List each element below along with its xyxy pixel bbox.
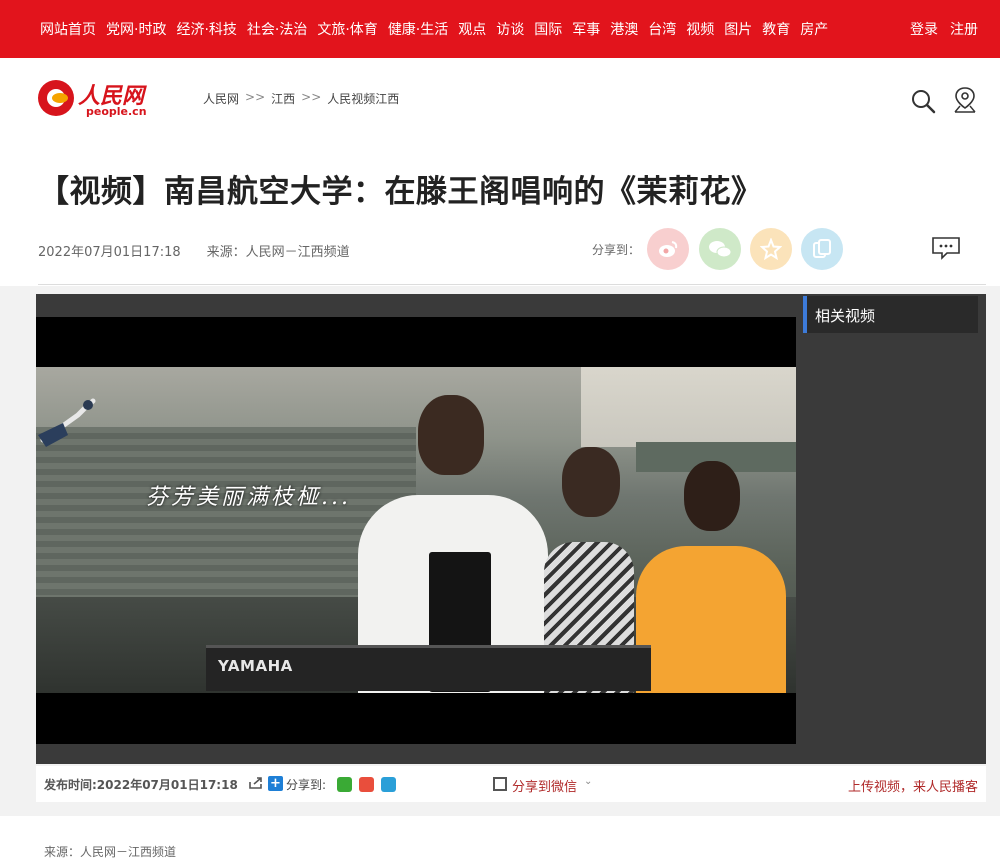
login-link[interactable]: 登录 xyxy=(910,19,938,39)
breadcrumb-item[interactable]: 江西 xyxy=(271,90,295,107)
breadcrumb-separator: >> xyxy=(245,90,266,104)
nav-link[interactable]: 健康·生活 xyxy=(388,19,448,39)
upload-video-link[interactable]: 上传视频，来人民播客 xyxy=(848,776,978,795)
keyboard-brand-label: YAMAHA xyxy=(218,657,293,675)
nav-link[interactable]: 教育 xyxy=(762,19,790,39)
search-icon[interactable] xyxy=(910,88,936,114)
divider xyxy=(38,284,986,285)
article-title: 【视频】南昌航空大学：在滕王阁唱响的《茉莉花》 xyxy=(38,174,763,210)
breadcrumb-item[interactable]: 人民网 xyxy=(203,90,239,107)
comment-icon[interactable] xyxy=(931,236,961,260)
article-meta: 2022年07月01日17:18 来源：人民网－江西频道 xyxy=(38,241,350,260)
share-wechat-button[interactable] xyxy=(699,228,741,270)
site-logo[interactable]: 人民网 people.cn xyxy=(38,78,150,122)
chevron-down-icon[interactable]: ⌄ xyxy=(584,776,592,787)
share-arrow-icon[interactable] xyxy=(248,776,264,790)
publish-time: 发布时间:2022年07月01日17:18 xyxy=(44,778,238,792)
nav-link[interactable]: 视频 xyxy=(686,19,714,39)
related-videos-header[interactable]: 相关视频 xyxy=(803,296,978,333)
singer-orange-shirt xyxy=(636,461,786,693)
guitar-icon xyxy=(38,398,96,447)
plus-icon[interactable]: + xyxy=(268,776,283,791)
register-link[interactable]: 注册 xyxy=(950,19,978,39)
share-weibo-button[interactable] xyxy=(647,228,689,270)
player-info-bar: 发布时间:2022年07月01日17:18 + 分享到: 分享到微信 ⌄ 上传视… xyxy=(36,766,986,802)
nav-link[interactable]: 军事 xyxy=(572,19,600,39)
top-nav-bar: 网站首页 党网·时政 经济·科技 社会·法治 文旅·体育 健康·生活 观点 访谈… xyxy=(0,0,1000,58)
top-nav-links: 网站首页 党网·时政 经济·科技 社会·法治 文旅·体育 健康·生活 观点 访谈… xyxy=(40,0,838,58)
nav-link[interactable]: 文旅·体育 xyxy=(317,19,377,39)
scene-sky xyxy=(581,367,796,447)
copy-icon xyxy=(813,239,831,258)
share-to-wechat-link[interactable]: 分享到微信 xyxy=(512,776,577,795)
logo-en-text: people.cn xyxy=(86,105,147,118)
share-qzone-button[interactable] xyxy=(750,228,792,270)
wechat-icon xyxy=(709,241,732,258)
breadcrumb-separator: >> xyxy=(301,90,322,104)
nav-link[interactable]: 港澳 xyxy=(610,19,638,39)
breadcrumb: 人民网 >> 江西 >> 人民视频江西 xyxy=(203,90,399,107)
keyboard-instrument: YAMAHA xyxy=(206,645,651,691)
player-share-label: 分享到: xyxy=(286,778,327,792)
wechat-small-icon[interactable] xyxy=(337,777,352,792)
breadcrumb-item[interactable]: 人民视频江西 xyxy=(327,90,399,107)
auth-links: 登录 注册 xyxy=(910,0,978,58)
article-source: 来源：人民网－江西频道 xyxy=(206,245,350,260)
nav-link[interactable]: 台湾 xyxy=(648,19,676,39)
nav-link[interactable]: 观点 xyxy=(458,19,486,39)
weibo-small-icon[interactable] xyxy=(359,777,374,792)
article-datetime: 2022年07月01日17:18 xyxy=(38,245,181,260)
qrcode-icon xyxy=(493,777,507,791)
nav-link[interactable]: 图片 xyxy=(724,19,752,39)
qzone-icon xyxy=(760,238,782,260)
nav-link[interactable]: 网站首页 xyxy=(40,19,96,39)
nav-link[interactable]: 经济·科技 xyxy=(176,19,236,39)
nav-link[interactable]: 房产 xyxy=(800,19,828,39)
location-pin-icon[interactable] xyxy=(953,86,977,114)
video-scene-image: YAMAHA 芬芳美丽满枝桠... xyxy=(36,367,796,693)
footer-source: 来源：人民网－江西频道 xyxy=(44,845,177,859)
video-frame[interactable]: YAMAHA 芬芳美丽满枝桠... xyxy=(36,317,796,744)
share-copy-button[interactable] xyxy=(801,228,843,270)
weibo-icon xyxy=(659,241,678,257)
related-videos-title: 相关视频 xyxy=(815,307,876,325)
qzone-small-icon[interactable] xyxy=(381,777,396,792)
nav-link[interactable]: 访谈 xyxy=(496,19,524,39)
nav-link[interactable]: 党网·时政 xyxy=(106,19,166,39)
video-subtitle: 芬芳美丽满枝桠... xyxy=(146,485,351,510)
share-label: 分享到： xyxy=(592,243,641,257)
nav-link[interactable]: 社会·法治 xyxy=(247,19,307,39)
logo-mark-icon xyxy=(38,80,74,116)
nav-link[interactable]: 国际 xyxy=(534,19,562,39)
